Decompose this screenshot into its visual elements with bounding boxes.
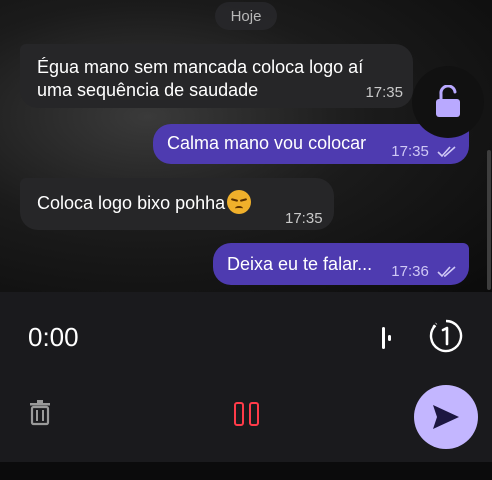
- waveform-icon[interactable]: [380, 325, 394, 351]
- message-text: Coloca logo bixo pohha: [37, 193, 226, 213]
- system-nav-bar: [0, 462, 492, 480]
- message-incoming[interactable]: Égua mano sem mancada coloca logo aí uma…: [20, 44, 413, 108]
- read-ticks-icon: [437, 266, 456, 278]
- trash-icon[interactable]: [28, 400, 52, 426]
- voice-recorder-panel: 0:00: [0, 292, 492, 462]
- message-text: Calma mano vou colocar: [167, 133, 367, 153]
- unlock-icon: [436, 85, 460, 117]
- message-meta: 17:35: [391, 140, 457, 163]
- send-icon: [433, 405, 459, 429]
- chat-background: Hoje Égua mano sem mancada coloca logo a…: [0, 0, 492, 292]
- recording-lock-button[interactable]: [412, 66, 484, 138]
- message-incoming[interactable]: Coloca logo bixo pohha 17:35: [20, 178, 334, 230]
- read-ticks-icon: [437, 146, 456, 158]
- pause-icon: [248, 402, 259, 426]
- message-time: 17:36: [391, 263, 429, 280]
- message-meta: 17:36: [391, 260, 457, 283]
- message-time: 17:35: [391, 143, 429, 160]
- message-text: Deixa eu te falar...: [227, 254, 373, 274]
- message-outgoing[interactable]: Deixa eu te falar... 17:36: [213, 243, 469, 285]
- scrollbar[interactable]: [487, 150, 491, 290]
- message-text: Égua mano sem mancada coloca logo aí uma…: [37, 57, 364, 100]
- message-time: 17:35: [285, 210, 323, 227]
- message-time: 17:35: [365, 84, 403, 101]
- message-outgoing[interactable]: Calma mano vou colocar 17:35: [153, 124, 469, 164]
- view-once-icon[interactable]: [428, 318, 464, 354]
- pause-button[interactable]: [230, 400, 262, 428]
- send-button[interactable]: [414, 385, 478, 449]
- unamused-face-emoji: [227, 190, 252, 215]
- pause-icon: [233, 402, 244, 426]
- message-content: Coloca logo bixo pohha: [37, 190, 252, 216]
- recording-timer: 0:00: [28, 322, 79, 352]
- date-chip: Hoje: [215, 2, 277, 30]
